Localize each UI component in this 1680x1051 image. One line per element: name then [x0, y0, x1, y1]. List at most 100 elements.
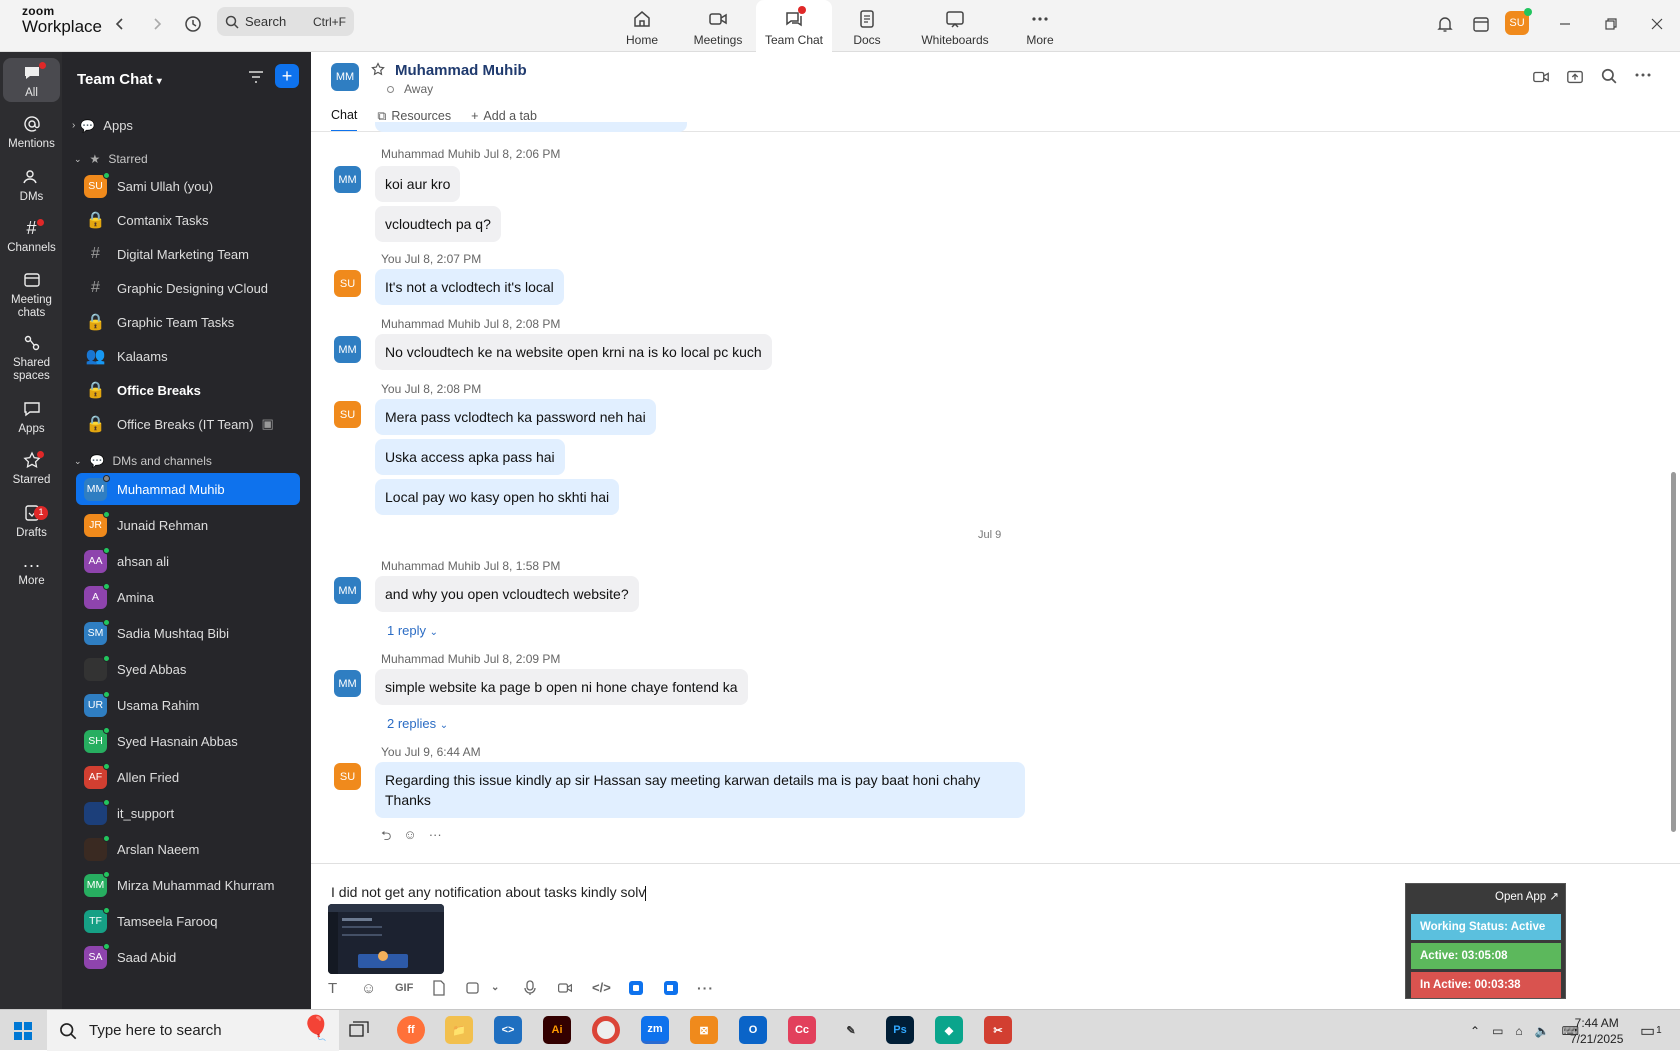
search-box[interactable]: Search Ctrl+F [217, 7, 354, 36]
page-title[interactable]: Muhammad Muhib [395, 62, 527, 79]
sidebar-item-dm[interactable]: SH Syed Hasnain Abbas [76, 725, 300, 757]
close-icon[interactable] [1645, 12, 1669, 36]
illustrator-icon[interactable]: Ai [543, 1016, 571, 1044]
rail-mentions[interactable]: Mentions [3, 115, 60, 151]
sidebar-item-dm[interactable]: SM Sadia Mushtaq Bibi [76, 617, 300, 649]
message-bubble[interactable]: It's not a vclodtech it's local [375, 269, 564, 305]
windows-start-icon[interactable] [14, 1022, 32, 1040]
more-dots-icon[interactable]: ··· [429, 827, 442, 849]
message-bubble[interactable]: and why you open vcloudtech website? [375, 576, 639, 612]
sidebar-item-dm[interactable]: UR Usama Rahim [76, 689, 300, 721]
attachment-thumbnail[interactable] [328, 904, 444, 974]
display-icon[interactable]: ▭ [1492, 1024, 1503, 1038]
message-bubble[interactable]: koi aur kro [375, 166, 461, 202]
rail-starred[interactable]: Starred [3, 451, 60, 487]
vscode-icon[interactable]: <> [494, 1016, 522, 1044]
nav-home[interactable]: Home [604, 0, 680, 52]
notification-center-icon[interactable]: ▭ 1 [1640, 1010, 1662, 1051]
message-bubble[interactable]: Local pay wo kasy open ho skhti hai [375, 479, 620, 515]
nav-docs[interactable]: Docs [829, 0, 905, 52]
rail-meeting-chats[interactable]: Meeting chats [3, 271, 60, 319]
snipping-tool-icon[interactable]: ✂ [984, 1016, 1012, 1044]
screenshot-icon[interactable] [465, 980, 481, 996]
emoji-icon[interactable]: ☺ [361, 980, 376, 997]
nav-more[interactable]: More [1003, 0, 1077, 52]
nav-whiteboards[interactable]: Whiteboards [916, 0, 994, 52]
sidebar-item-dm[interactable]: MM Mirza Muhammad Khurram [76, 869, 300, 901]
rail-more[interactable]: ··· More [3, 556, 60, 588]
avatar[interactable]: SU [1505, 8, 1532, 35]
sidebar-item-dm[interactable]: A Amina [76, 581, 300, 613]
firefox-icon[interactable]: ff [397, 1016, 425, 1044]
file-explorer-icon[interactable]: 📁 [445, 1016, 473, 1044]
nav-meetings[interactable]: Meetings [680, 0, 756, 52]
filter-icon[interactable] [247, 68, 265, 86]
message-bubble[interactable]: Regarding this issue kindly ap sir Hassa… [375, 762, 1025, 818]
sidebar-item-office-breaks[interactable]: 🔒 Office Breaks [76, 374, 300, 406]
minimize-icon[interactable] [1553, 12, 1577, 36]
sidebar-item-sami-ullah[interactable]: SU Sami Ullah (you) [76, 170, 300, 202]
message-bubble[interactable]: Mera pass vclodtech ka password neh hai [375, 399, 656, 435]
open-app-button[interactable]: Open App ↗ [1495, 889, 1559, 903]
sidebar-item-dm[interactable]: AF Allen Fried [76, 761, 300, 793]
creative-cloud-icon[interactable]: Cc [788, 1016, 816, 1044]
code-icon[interactable]: </> [592, 980, 611, 995]
tab-chat[interactable]: Chat [331, 108, 358, 132]
clock[interactable]: 7:44 AM 7/21/2025 [1570, 1010, 1623, 1051]
app-icon[interactable]: ◆ [935, 1016, 963, 1044]
task-view-icon[interactable] [349, 1021, 369, 1039]
reply-icon[interactable]: ⮌ [381, 827, 391, 849]
rail-apps[interactable]: Apps [3, 400, 60, 436]
gif-button[interactable]: GIF [395, 982, 413, 994]
taskbar-search[interactable]: Type here to search 🎈 [47, 1010, 339, 1051]
zoom-app-icon[interactable] [663, 980, 679, 996]
sidebar-item-dm[interactable]: MM Muhammad Muhib [76, 473, 300, 505]
message-bubble[interactable]: simple website ka page b open ni hone ch… [375, 669, 748, 705]
rail-channels[interactable]: # Channels [3, 219, 60, 255]
message-input[interactable]: I did not get any notification about tas… [331, 884, 647, 901]
rail-all[interactable]: All [3, 58, 60, 102]
nav-team-chat[interactable]: Team Chat [756, 0, 832, 52]
message-composer[interactable]: I did not get any notification about tas… [311, 863, 1680, 1009]
app-icon[interactable] [628, 980, 644, 996]
maximize-icon[interactable] [1599, 12, 1623, 36]
sidebar-item-kalaams[interactable]: 👥 Kalaams [76, 340, 300, 372]
forward-icon[interactable] [145, 12, 169, 36]
sidebar-item-dm[interactable]: JR Junaid Rehman [76, 509, 300, 541]
more-options-icon[interactable] [1635, 70, 1651, 80]
chevron-down-icon[interactable]: ⌄ [491, 981, 499, 993]
video-call-icon[interactable] [1532, 68, 1550, 86]
more-dots-icon[interactable]: ··· [697, 980, 714, 996]
new-chat-button[interactable]: + [275, 64, 299, 88]
microphone-icon[interactable] [523, 980, 537, 996]
pen-tool-icon[interactable]: ✎ [837, 1016, 865, 1044]
message-bubble[interactable]: Uska access apka pass hai [375, 439, 565, 475]
photoshop-icon[interactable]: Ps [886, 1016, 914, 1044]
rail-dms[interactable]: DMs [3, 168, 60, 204]
volume-icon[interactable]: 🔈 [1535, 1024, 1550, 1038]
apps-section[interactable]: › 💬 Apps [72, 118, 133, 133]
starred-section-header[interactable]: ⌄ ★ Starred [74, 152, 148, 166]
sidebar-item-graphic-designing[interactable]: # Graphic Designing vCloud [76, 272, 300, 304]
back-icon[interactable] [108, 12, 132, 36]
sidebar-item-dm[interactable]: Arslan Naeem [76, 833, 300, 865]
dms-section-header[interactable]: ⌄ 💬 DMs and channels [74, 454, 212, 468]
file-icon[interactable] [432, 980, 446, 996]
xampp-icon[interactable]: ⊠ [690, 1016, 718, 1044]
sidebar-item-comtanix-tasks[interactable]: 🔒 Comtanix Tasks [76, 204, 300, 236]
message-bubble[interactable]: vcloudtech pa q? [375, 206, 501, 242]
sidebar-item-dm[interactable]: Syed Abbas [76, 653, 300, 685]
sidebar-title-dropdown[interactable]: Team Chat ▾ [77, 71, 162, 88]
sidebar-item-graphic-team-tasks[interactable]: 🔒 Graphic Team Tasks [76, 306, 300, 338]
video-message-icon[interactable] [557, 980, 573, 996]
sidebar-item-digital-marketing[interactable]: # Digital Marketing Team [76, 238, 300, 270]
format-text-icon[interactable]: T [328, 980, 337, 997]
calendar-icon[interactable] [1469, 12, 1493, 36]
emoji-reaction-icon[interactable]: ☺ [403, 827, 416, 849]
rail-shared-spaces[interactable]: Shared spaces [3, 334, 60, 382]
sidebar-item-dm[interactable]: AA ahsan ali [76, 545, 300, 577]
sidebar-item-office-breaks-it[interactable]: 🔒 Office Breaks (IT Team) ▣ [76, 408, 300, 440]
share-screen-icon[interactable] [1566, 68, 1584, 86]
thread-replies-link[interactable]: 2 replies ⌄ [387, 716, 448, 731]
bell-icon[interactable] [1433, 12, 1457, 36]
